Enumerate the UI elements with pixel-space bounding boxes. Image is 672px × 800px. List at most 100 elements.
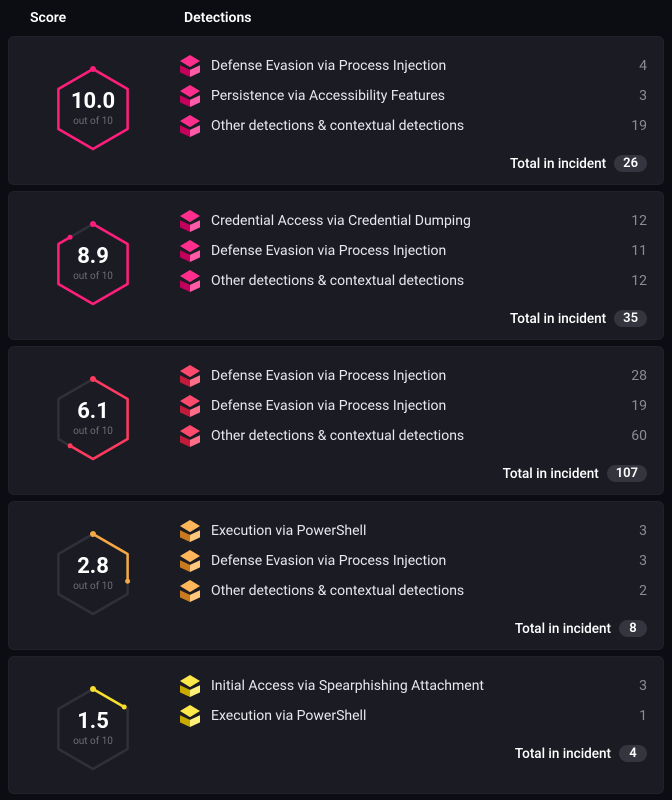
score-cell: 10.0 out of 10 [9, 51, 177, 172]
score-hexagon-icon: 8.9out of 10 [47, 212, 139, 316]
detection-cube-icon [180, 520, 200, 542]
detection-cube-icon [180, 580, 200, 602]
total-badge: 8 [619, 620, 647, 637]
incident-row[interactable]: 6.1 out of 10 Defense Evasion via Process… [8, 346, 664, 495]
detections-cell: Defense Evasion via Process Injection4 P… [177, 51, 647, 172]
detection-row[interactable]: Initial Access via Spearphishing Attachm… [177, 671, 647, 701]
score-subtext: out of 10 [73, 736, 113, 747]
detection-row[interactable]: Other detections & contextual detections… [177, 421, 647, 451]
detection-row[interactable]: Execution via PowerShell1 [177, 701, 647, 731]
header-score: Score [0, 10, 184, 26]
score-subtext: out of 10 [73, 581, 113, 592]
detection-cube-icon [180, 210, 200, 232]
score-cell: 2.8 out of 10 [9, 516, 177, 637]
detection-count: 4 [607, 58, 647, 74]
detection-count: 3 [607, 88, 647, 104]
incident-row[interactable]: 8.9out of 10 Credential Access via Crede… [8, 191, 664, 340]
total-badge: 4 [619, 745, 647, 762]
detection-label: Defense Evasion via Process Injection [211, 368, 607, 384]
detections-cell: Initial Access via Spearphishing Attachm… [177, 671, 647, 781]
score-hexagon-icon: 10.0 out of 10 [47, 57, 139, 161]
incident-row[interactable]: 2.8 out of 10 Execution via PowerShell3 D… [8, 501, 664, 650]
incident-total-row: Total in incident 107 [177, 465, 647, 482]
detection-label: Other detections & contextual detections [211, 118, 607, 134]
detection-count: 19 [607, 118, 647, 134]
detection-label: Defense Evasion via Process Injection [211, 553, 607, 569]
score-value: 10.0 [71, 91, 115, 113]
total-label: Total in incident [515, 746, 611, 762]
incident-total-row: Total in incident 4 [177, 745, 647, 762]
detection-label: Other detections & contextual detections [211, 273, 607, 289]
score-cell: 1.5 out of 10 [9, 671, 177, 781]
score-subtext: out of 10 [73, 116, 113, 127]
detection-count: 19 [607, 398, 647, 414]
detection-cube-icon [180, 550, 200, 572]
incident-total-row: Total in incident26 [177, 155, 647, 172]
detection-label: Defense Evasion via Process Injection [211, 243, 607, 259]
detection-cube-icon [180, 705, 200, 727]
detection-cube-icon [180, 55, 200, 77]
detection-cube-icon [180, 115, 200, 137]
detection-row[interactable]: Other detections & contextual detections… [177, 266, 647, 296]
detection-label: Execution via PowerShell [211, 523, 607, 539]
incident-row[interactable]: 1.5 out of 10 Initial Access via Spearphi… [8, 656, 664, 794]
detection-row[interactable]: Other detections & contextual detections… [177, 111, 647, 141]
score-hexagon-icon: 2.8 out of 10 [47, 522, 139, 626]
score-value: 2.8 [77, 556, 109, 578]
incident-total-row: Total in incident 8 [177, 620, 647, 637]
detection-label: Credential Access via Credential Dumping [211, 213, 607, 229]
total-label: Total in incident [510, 156, 606, 172]
detection-count: 1 [607, 708, 647, 724]
detection-count: 3 [607, 678, 647, 694]
detections-cell: Credential Access via Credential Dumping… [177, 206, 647, 327]
detection-row[interactable]: Execution via PowerShell3 [177, 516, 647, 546]
detection-label: Initial Access via Spearphishing Attachm… [211, 678, 607, 694]
total-label: Total in incident [515, 621, 611, 637]
detection-cube-icon [180, 675, 200, 697]
detection-row[interactable]: Defense Evasion via Process Injection28 [177, 361, 647, 391]
detection-count: 12 [607, 213, 647, 229]
detection-cube-icon [180, 240, 200, 262]
detections-cell: Defense Evasion via Process Injection28 … [177, 361, 647, 482]
table-header: Score Detections [0, 0, 672, 36]
detection-cube-icon [180, 425, 200, 447]
total-label: Total in incident [503, 466, 599, 482]
detection-count: 2 [607, 583, 647, 599]
detection-row[interactable]: Credential Access via Credential Dumping… [177, 206, 647, 236]
score-subtext: out of 10 [73, 426, 113, 437]
detection-count: 3 [607, 523, 647, 539]
detection-row[interactable]: Defense Evasion via Process Injection4 [177, 51, 647, 81]
score-value: 1.5 [77, 711, 109, 733]
score-cell: 8.9out of 10 [9, 206, 177, 327]
detection-cube-icon [180, 365, 200, 387]
detection-row[interactable]: Defense Evasion via Process Injection3 [177, 546, 647, 576]
detection-row[interactable]: Defense Evasion via Process Injection11 [177, 236, 647, 266]
score-subtext: out of 10 [73, 271, 113, 282]
incidents-table: Score Detections 10.0 out of 10 Defense E… [0, 0, 672, 794]
detection-row[interactable]: Other detections & contextual detections… [177, 576, 647, 606]
detection-count: 11 [607, 243, 647, 259]
score-value: 6.1 [77, 401, 109, 423]
incident-total-row: Total in incident 35 [177, 310, 647, 327]
detections-cell: Execution via PowerShell3 Defense Evasio… [177, 516, 647, 637]
total-label: Total in incident [510, 311, 606, 327]
detection-count: 12 [607, 273, 647, 289]
detection-row[interactable]: Persistence via Accessibility Features3 [177, 81, 647, 111]
detection-label: Other detections & contextual detections [211, 428, 607, 444]
detection-count: 3 [607, 553, 647, 569]
detection-cube-icon [180, 85, 200, 107]
detection-count: 28 [607, 368, 647, 384]
total-badge: 35 [614, 310, 647, 327]
detection-label: Persistence via Accessibility Features [211, 88, 607, 104]
detection-label: Other detections & contextual detections [211, 583, 607, 599]
detection-cube-icon [180, 395, 200, 417]
detection-row[interactable]: Defense Evasion via Process Injection19 [177, 391, 647, 421]
detection-cube-icon [180, 270, 200, 292]
detection-label: Execution via PowerShell [211, 708, 607, 724]
total-badge: 107 [607, 465, 647, 482]
detection-label: Defense Evasion via Process Injection [211, 398, 607, 414]
incident-row[interactable]: 10.0 out of 10 Defense Evasion via Proces… [8, 36, 664, 185]
score-hexagon-icon: 1.5 out of 10 [47, 677, 139, 781]
detection-count: 60 [607, 428, 647, 444]
score-cell: 6.1 out of 10 [9, 361, 177, 482]
